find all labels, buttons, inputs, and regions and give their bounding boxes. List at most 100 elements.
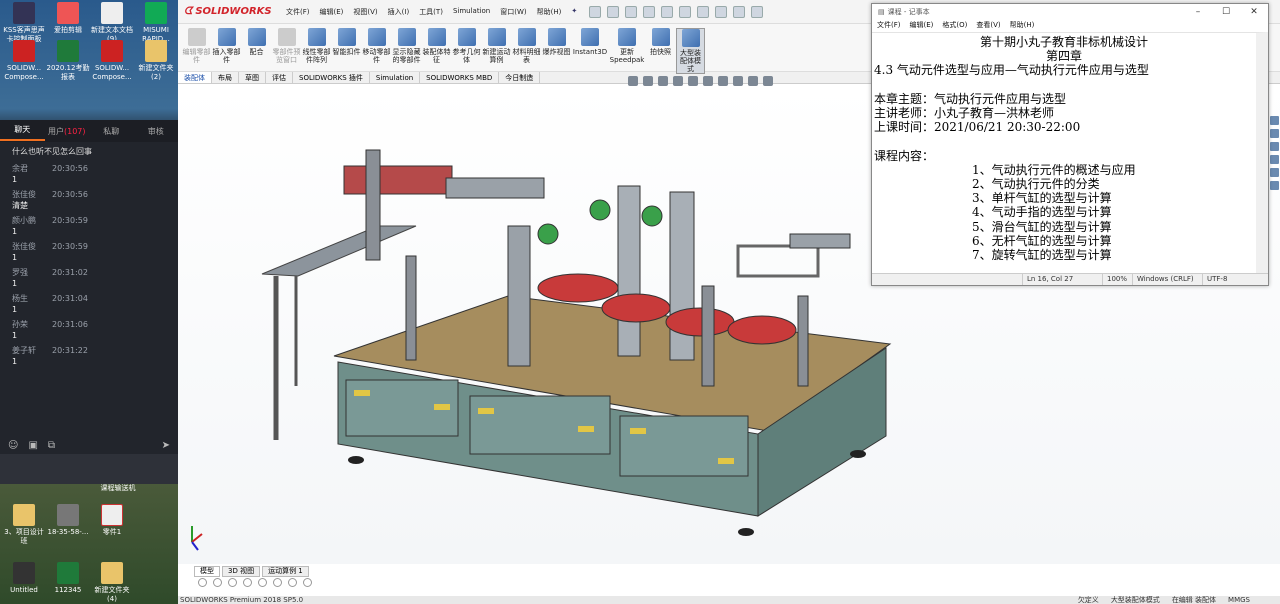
tab-evaluate[interactable]: 评估	[266, 72, 293, 83]
tab-assembly[interactable]: 装配体	[178, 72, 212, 83]
offset-tool-icon[interactable]	[288, 578, 297, 587]
desktop-icon-misumi[interactable]: MISUMI RAPID...	[134, 2, 178, 44]
maximize-icon[interactable]: ☐	[1212, 7, 1240, 17]
new-icon[interactable]	[607, 5, 620, 18]
tab-users[interactable]: 用户(107)	[45, 126, 90, 137]
tab-simulation[interactable]: Simulation	[370, 72, 421, 83]
np-menu-edit[interactable]: 编辑(E)	[910, 20, 934, 32]
cmd-linear-pattern[interactable]: 线性零部件阵列	[302, 28, 331, 64]
trim-tool-icon[interactable]	[258, 578, 267, 587]
zoom-fit-icon[interactable]	[628, 76, 638, 86]
np-menu-view[interactable]: 查看(V)	[976, 20, 1000, 32]
tab-addins[interactable]: SOLIDWORKS 插件	[293, 72, 370, 83]
tab-review[interactable]: 审核	[134, 126, 179, 137]
design-library-icon[interactable]	[1270, 129, 1279, 138]
emoji-icon[interactable]: ☺	[8, 440, 18, 451]
cmd-large-assembly-mode[interactable]: 大型装配体模式	[676, 28, 705, 74]
circle-tool-icon[interactable]	[198, 578, 207, 587]
cmd-reference-geometry[interactable]: 参考几何体	[452, 28, 481, 64]
np-menu-help[interactable]: 帮助(H)	[1010, 20, 1035, 32]
view-palette-icon[interactable]	[1270, 155, 1279, 164]
zoom-area-icon[interactable]	[643, 76, 653, 86]
tab-model[interactable]: 模型	[194, 566, 220, 577]
cmd-assembly-features[interactable]: 装配体特征	[422, 28, 451, 64]
cmd-new-motion-study[interactable]: 新建运动算例	[482, 28, 511, 64]
cmd-edit-component[interactable]: 编辑零部件	[182, 28, 211, 64]
scene-icon[interactable]	[748, 76, 758, 86]
cmd-move-component[interactable]: 移动零部件	[362, 28, 391, 64]
minimize-icon[interactable]: –	[1184, 7, 1212, 17]
desktop-icon-project[interactable]: 3、项目设计班	[2, 504, 46, 546]
hide-show-icon[interactable]	[718, 76, 728, 86]
tab-layout[interactable]: 布局	[212, 72, 239, 83]
desktop-icon-recording[interactable]: 18-35-58-...	[46, 504, 90, 537]
save-icon[interactable]	[643, 5, 656, 18]
tab-chat[interactable]: 聊天	[0, 121, 45, 141]
desktop-icon-kss[interactable]: KSS客声思声卡控制面板	[2, 2, 46, 44]
cmd-snapshot[interactable]: 拍快照	[646, 28, 675, 56]
appearance-icon[interactable]	[733, 76, 743, 86]
tab-3d-views[interactable]: 3D 视图	[222, 566, 261, 577]
section-view-icon[interactable]	[673, 76, 683, 86]
notepad-text-area[interactable]: 第十期小丸子教育非标机械设计 第四章 4.3 气动元件选型与应用—气动执行元件应…	[872, 32, 1268, 273]
menu-tools[interactable]: 工具(T)	[419, 7, 443, 17]
rebuild-icon[interactable]	[715, 5, 728, 18]
custom-properties-icon[interactable]	[1270, 181, 1279, 190]
open-icon[interactable]	[625, 5, 638, 18]
menu-edit[interactable]: 编辑(E)	[320, 7, 344, 17]
menu-simulation[interactable]: Simulation	[453, 7, 490, 17]
cmd-smart-fasteners[interactable]: 智能扣件	[332, 28, 361, 56]
line-tool-icon[interactable]	[213, 578, 222, 587]
tab-private[interactable]: 私聊	[89, 126, 134, 137]
tab-mbd[interactable]: SOLIDWORKS MBD	[420, 72, 500, 83]
desktop-icon-untitled[interactable]: Untitled	[2, 562, 46, 595]
cmd-insert-component[interactable]: 插入零部件	[212, 28, 241, 64]
mirror-tool-icon[interactable]	[273, 578, 282, 587]
units-selector[interactable]: MMGS	[1228, 596, 1250, 604]
np-menu-format[interactable]: 格式(O)	[942, 20, 967, 32]
menu-insert[interactable]: 插入(I)	[388, 7, 410, 17]
menu-window[interactable]: 窗口(W)	[500, 7, 526, 17]
np-menu-file[interactable]: 文件(F)	[877, 20, 901, 32]
desktop-icon-sw-compose-2[interactable]: SOLIDW... Compose...	[90, 40, 134, 82]
view-settings-icon[interactable]	[763, 76, 773, 86]
cmd-update-speedpak[interactable]: 更新Speedpak	[609, 28, 645, 64]
file-properties-icon[interactable]	[733, 5, 746, 18]
display-style-icon[interactable]	[703, 76, 713, 86]
tab-motion-study[interactable]: 运动算例 1	[262, 566, 309, 577]
cmd-bom[interactable]: 材料明细表	[512, 28, 541, 64]
pin-icon[interactable]: ✦	[571, 7, 577, 17]
view-orientation-icon[interactable]	[688, 76, 698, 86]
image-icon[interactable]: ▣	[28, 440, 37, 451]
desktop-icon-excel[interactable]: 2020.12考勤报表	[46, 40, 90, 82]
menu-view[interactable]: 视图(V)	[353, 7, 377, 17]
desktop-icon-sw-compose-1[interactable]: SOLIDW... Compose...	[2, 40, 46, 82]
desktop-icon-aipai[interactable]: 爱拍剪辑	[46, 2, 90, 35]
desktop-icon-folder-2[interactable]: 新建文件夹 (2)	[134, 40, 178, 82]
previous-view-icon[interactable]	[658, 76, 668, 86]
desktop-icon-folder-4[interactable]: 新建文件夹 (4)	[90, 562, 134, 604]
tab-sketch[interactable]: 草图	[239, 72, 266, 83]
undo-icon[interactable]	[679, 5, 692, 18]
cmd-instant3d[interactable]: Instant3D	[572, 28, 608, 56]
close-icon[interactable]: ✕	[1240, 7, 1268, 17]
print-icon[interactable]	[661, 5, 674, 18]
cmd-show-hidden[interactable]: 显示隐藏的零部件	[392, 28, 421, 64]
send-icon[interactable]: ➤	[162, 440, 170, 451]
file-explorer-icon[interactable]	[1270, 142, 1279, 151]
menu-help[interactable]: 帮助(H)	[537, 7, 562, 17]
resources-icon[interactable]	[1270, 116, 1279, 125]
tab-today[interactable]: 今日制造	[499, 72, 541, 83]
desktop-icon-112345[interactable]: 112345	[46, 562, 90, 595]
cmd-exploded-view[interactable]: 爆炸视图	[542, 28, 571, 56]
home-icon[interactable]	[589, 5, 602, 18]
spline-tool-icon[interactable]	[243, 578, 252, 587]
options-icon[interactable]	[751, 5, 764, 18]
select-icon[interactable]	[697, 5, 710, 18]
cmd-mate[interactable]: 配合	[242, 28, 271, 56]
cmd-component-preview[interactable]: 零部件预览窗口	[272, 28, 301, 64]
fillet-tool-icon[interactable]	[303, 578, 312, 587]
screenshot-icon[interactable]: ⧉	[48, 440, 55, 451]
desktop-icon-textdoc[interactable]: 新建文本文档 (9)	[90, 2, 134, 44]
menu-file[interactable]: 文件(F)	[286, 7, 310, 17]
